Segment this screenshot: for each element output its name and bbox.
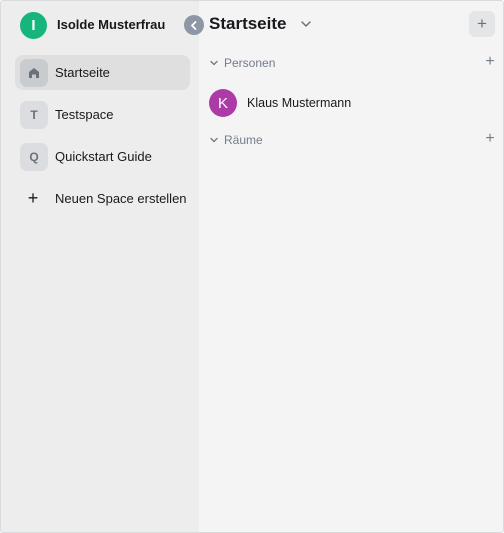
- chevron-down-icon: [210, 137, 218, 143]
- sidebar-item-label: Testspace: [55, 107, 114, 122]
- sidebar-item-testspace[interactable]: T Testspace: [15, 97, 190, 132]
- section-header-raeume[interactable]: Räume: [209, 132, 263, 148]
- user-avatar: I: [20, 12, 47, 39]
- list-item[interactable]: K Klaus Mustermann: [209, 88, 489, 118]
- create-space-button[interactable]: + Neuen Space erstellen: [15, 181, 190, 216]
- home-icon: [20, 59, 48, 87]
- space-avatar: T: [20, 101, 48, 129]
- add-button[interactable]: +: [469, 11, 495, 37]
- add-room-button[interactable]: +: [483, 130, 497, 147]
- space-sidebar: I Isolde Musterfrau Startseite T Testspa…: [1, 1, 199, 532]
- sidebar-item-label: Neuen Space erstellen: [55, 191, 187, 206]
- sidebar-item-quickstart-guide[interactable]: Q Quickstart Guide: [15, 139, 190, 174]
- chevron-down-icon[interactable]: [300, 18, 312, 30]
- section-header-personen[interactable]: Personen: [209, 55, 275, 71]
- sidebar-item-startseite[interactable]: Startseite: [15, 55, 190, 90]
- user-menu-button[interactable]: I Isolde Musterfrau: [1, 1, 199, 49]
- sidebar-item-label: Quickstart Guide: [55, 149, 152, 164]
- avatar: K: [209, 89, 237, 117]
- page-title[interactable]: Startseite: [209, 14, 286, 34]
- add-person-button[interactable]: +: [483, 53, 497, 70]
- space-avatar: Q: [20, 143, 48, 171]
- sidebar-item-label: Startseite: [55, 65, 110, 80]
- plus-icon: +: [27, 187, 39, 208]
- chevron-left-icon: [191, 20, 197, 30]
- section-label: Personen: [224, 56, 276, 70]
- user-name: Isolde Musterfrau: [57, 17, 166, 32]
- app-window: I Isolde Musterfrau Startseite T Testspa…: [0, 0, 504, 533]
- home-panel: Startseite + Personen + K Klaus Musterma…: [199, 1, 503, 532]
- collapse-sidebar-button[interactable]: [184, 15, 204, 35]
- chevron-down-icon: [210, 60, 218, 66]
- section-label: Räume: [224, 133, 263, 147]
- person-name: Klaus Mustermann: [247, 96, 352, 110]
